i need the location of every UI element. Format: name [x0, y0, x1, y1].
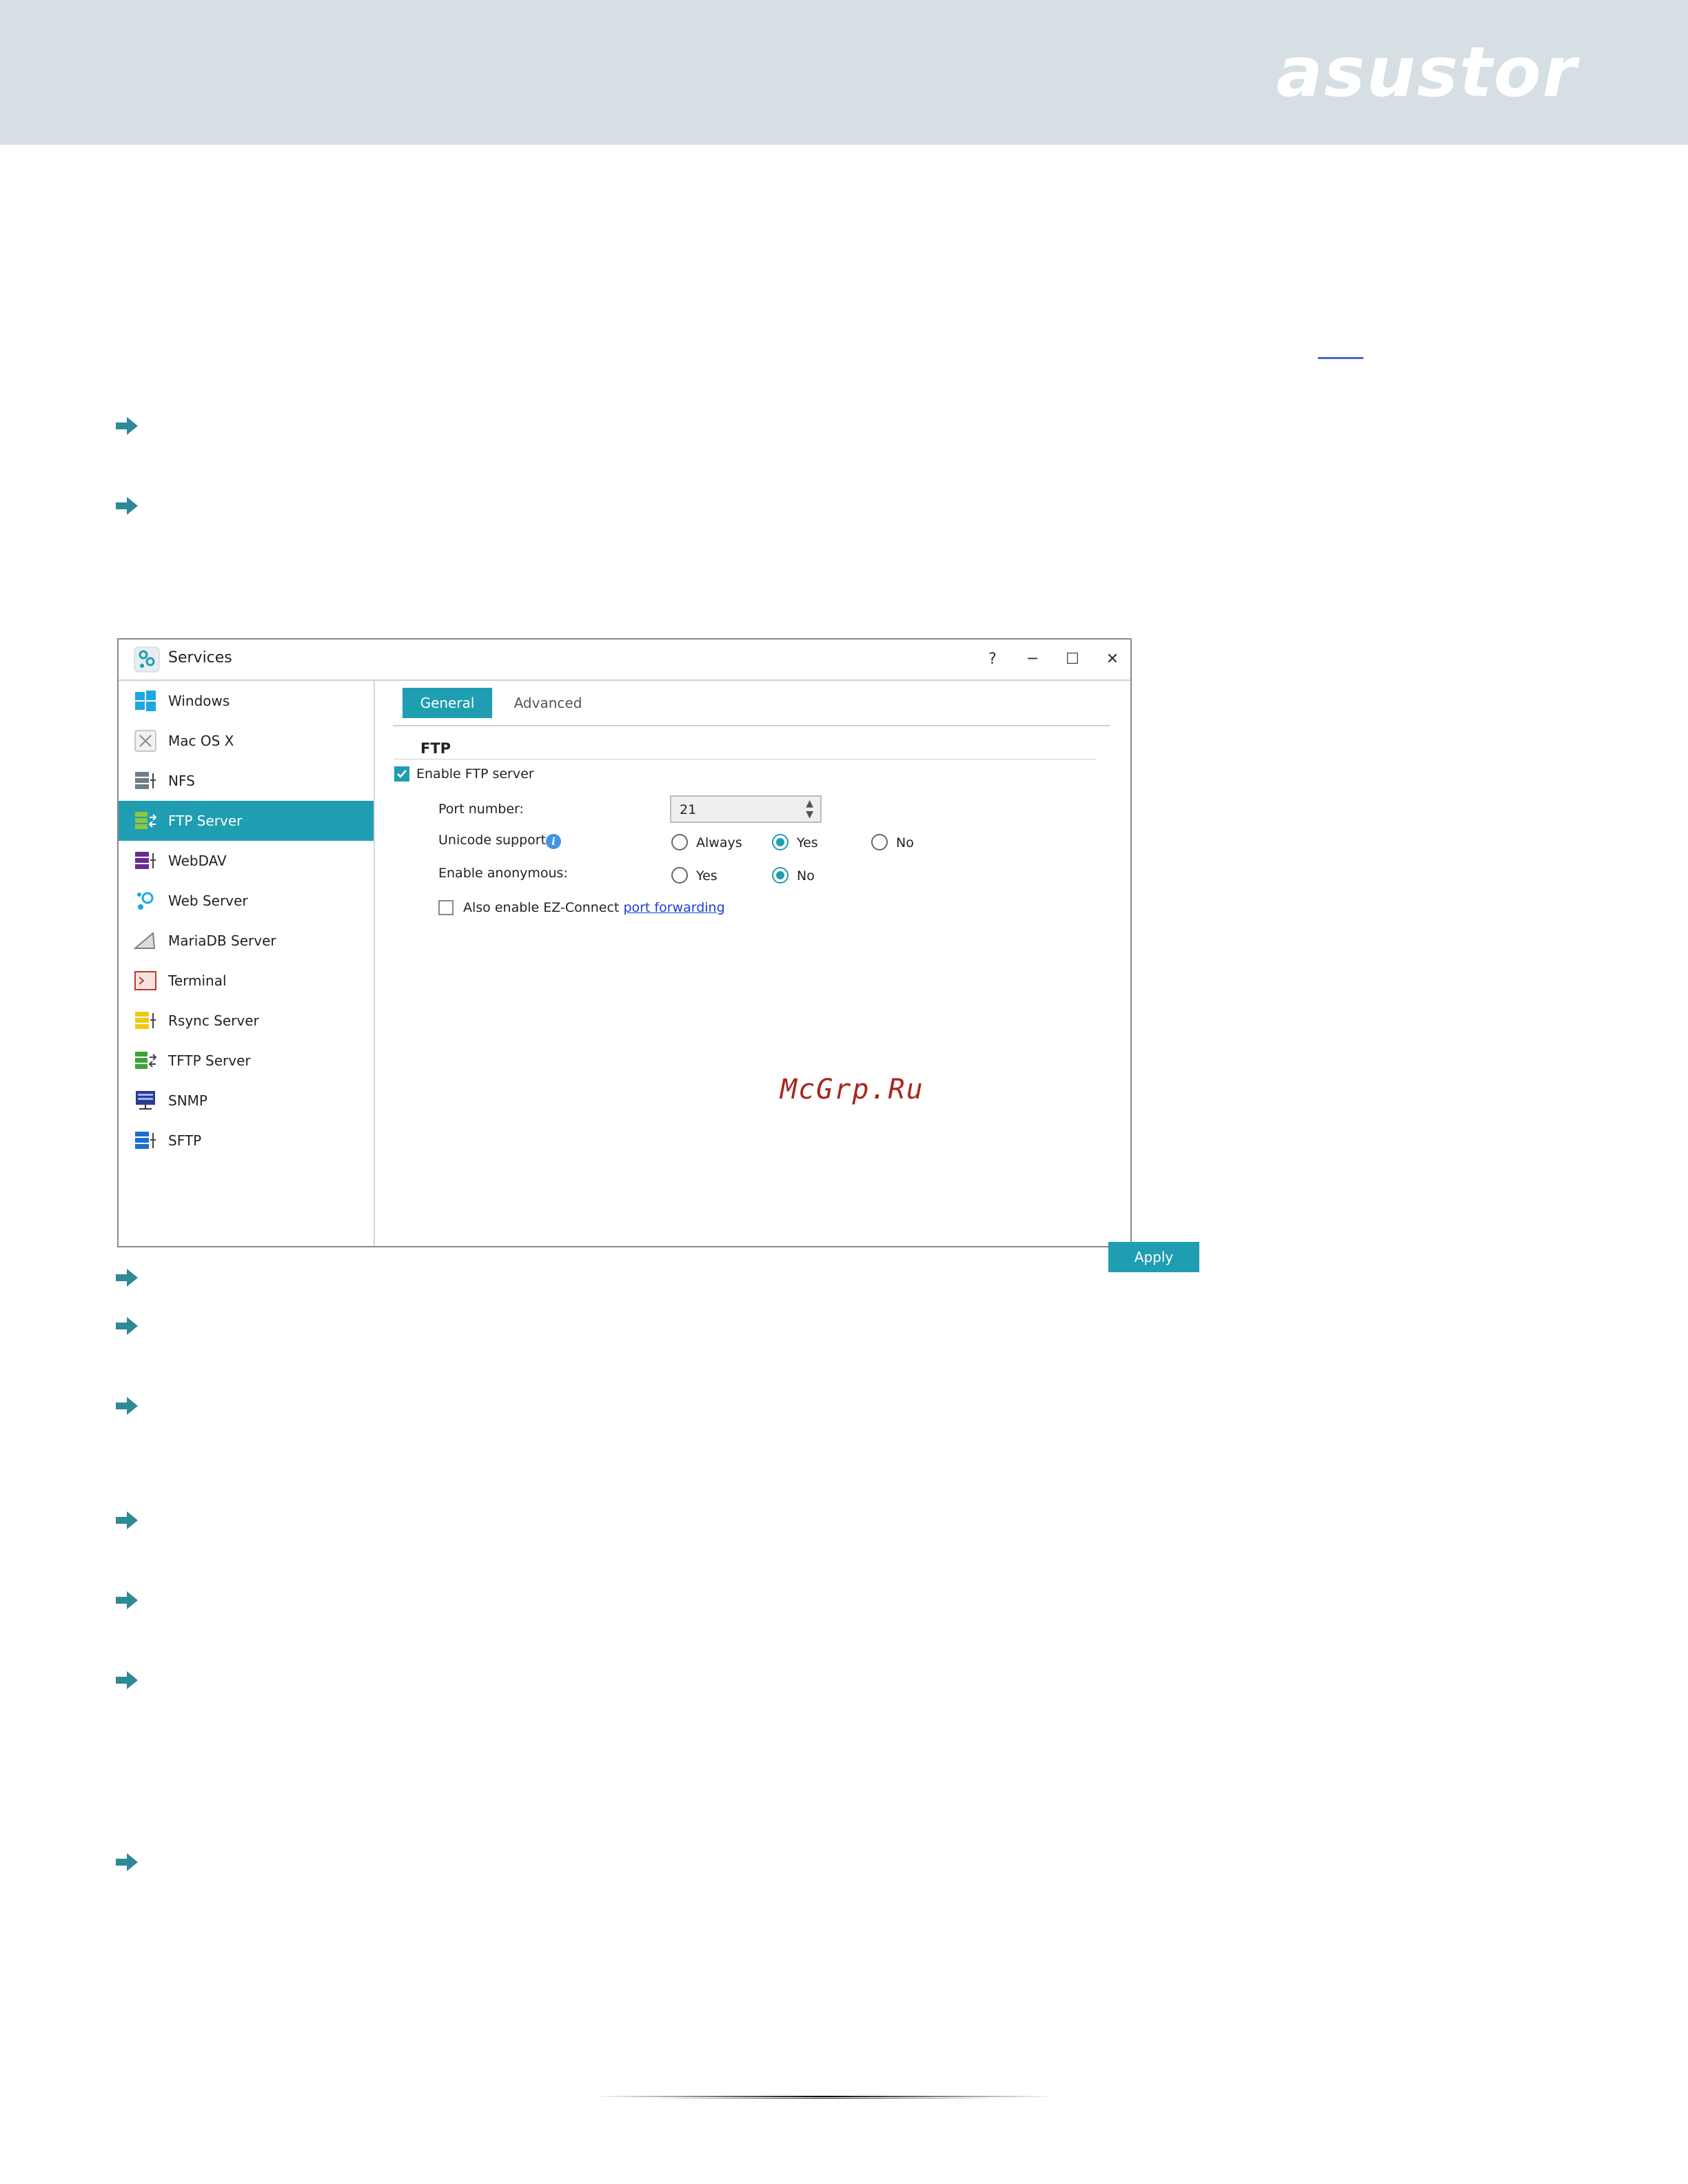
sidebar-item-ftp-server[interactable]: FTP Server	[119, 801, 374, 841]
anonymous-yes-label: Yes	[696, 868, 718, 884]
enable-ftp-checkbox[interactable]	[394, 766, 409, 782]
enable-anonymous-label: Enable anonymous:	[438, 866, 568, 881]
window-title: Services	[168, 649, 232, 666]
web-server-icon	[137, 892, 154, 910]
terminal-icon	[134, 971, 156, 990]
unicode-yes-radio[interactable]	[772, 834, 789, 850]
sidebar-item-label: Windows	[168, 693, 230, 709]
close-button[interactable]: ✕	[1099, 645, 1126, 673]
page-link-underline[interactable]	[1318, 357, 1363, 359]
sidebar-item-label: TFTP Server	[168, 1052, 251, 1069]
tab-advanced[interactable]: Advanced	[503, 688, 593, 718]
bullet-arrow-icon	[116, 1511, 138, 1529]
unicode-no-label: No	[896, 835, 914, 850]
ez-connect-label: Also enable EZ-Connect port forwarding	[463, 900, 725, 915]
port-number-value: 21	[680, 802, 697, 817]
sidebar-item-mariadb-server[interactable]: MariaDB Server	[119, 921, 374, 961]
bullet-arrow-icon	[116, 1591, 138, 1609]
unicode-support-label: Unicode support	[438, 833, 547, 848]
help-button[interactable]: ?	[979, 645, 1006, 673]
footer-divider	[593, 2096, 1055, 2099]
nfs-icon	[135, 772, 156, 789]
sidebar-item-snmp[interactable]: SNMP	[119, 1081, 374, 1121]
port-number-label: Port number:	[438, 802, 524, 817]
info-icon[interactable]: i	[546, 834, 561, 849]
sidebar-item-label: Terminal	[168, 972, 227, 989]
sidebar-item-label: NFS	[168, 773, 195, 789]
bullet-arrow-icon	[116, 1397, 138, 1415]
sidebar-item-label: WebDAV	[168, 853, 227, 869]
rsync-icon	[135, 1012, 156, 1029]
watermark: McGrp.Ru	[780, 1074, 924, 1105]
sidebar-item-label: SNMP	[168, 1092, 207, 1109]
asustor-logo: asustor	[1276, 32, 1578, 112]
tabs-divider	[393, 725, 1110, 726]
bullet-arrow-icon	[116, 1269, 138, 1287]
sidebar-item-windows[interactable]: Windows	[119, 681, 374, 721]
sidebar-item-web-server[interactable]: Web Server	[119, 881, 374, 921]
unicode-always-label: Always	[696, 835, 742, 850]
sidebar-item-label: Web Server	[168, 892, 248, 909]
port-forwarding-link[interactable]: port forwarding	[623, 900, 724, 915]
sidebar-item-label: SFTP	[168, 1132, 202, 1149]
port-number-stepper[interactable]: 21 ▲ ▼	[670, 795, 822, 823]
tftp-icon	[135, 1052, 157, 1069]
mariadb-icon	[134, 931, 156, 949]
anonymous-no-label: No	[797, 868, 815, 884]
services-sidebar: Windows Mac OS X NFS FTP Server WebDAV W…	[119, 681, 375, 1246]
bullet-arrow-icon	[116, 497, 138, 515]
sidebar-item-rsync-server[interactable]: Rsync Server	[119, 1001, 374, 1041]
sidebar-item-sftp[interactable]: SFTP	[119, 1121, 374, 1161]
ez-connect-checkbox[interactable]	[438, 900, 454, 915]
sidebar-item-label: FTP Server	[168, 813, 243, 829]
sidebar-item-tftp-server[interactable]: TFTP Server	[119, 1041, 374, 1081]
sidebar-item-mac-os-x[interactable]: Mac OS X	[119, 721, 374, 761]
sidebar-item-label: Mac OS X	[168, 733, 234, 749]
minimize-button[interactable]: ─	[1019, 645, 1046, 673]
apply-button[interactable]: Apply	[1108, 1242, 1199, 1272]
stepper-arrows-icon[interactable]: ▲ ▼	[806, 798, 813, 820]
unicode-yes-label: Yes	[797, 835, 818, 850]
enable-ftp-label: Enable FTP server	[416, 766, 534, 782]
sidebar-item-webdav[interactable]: WebDAV	[119, 841, 374, 881]
services-window: Services ? ─ ☐ ✕ Windows Mac OS X NFS FT…	[117, 638, 1199, 1272]
ez-connect-text: Also enable EZ-Connect	[463, 900, 620, 915]
sidebar-item-label: MariaDB Server	[168, 932, 276, 949]
webdav-icon	[135, 852, 156, 869]
ftp-section-title: FTP	[420, 740, 451, 757]
unicode-always-radio[interactable]	[671, 834, 688, 850]
ftp-server-icon	[135, 812, 157, 829]
bullet-arrow-icon	[116, 417, 138, 435]
bullet-arrow-icon	[116, 1671, 138, 1689]
bullet-arrow-icon	[116, 1317, 138, 1335]
anonymous-no-radio[interactable]	[772, 867, 789, 884]
bullet-arrow-icon	[116, 1853, 138, 1871]
maximize-button[interactable]: ☐	[1059, 645, 1086, 673]
sidebar-item-label: Rsync Server	[168, 1012, 259, 1029]
sftp-icon	[135, 1132, 156, 1149]
sidebar-item-terminal[interactable]: Terminal	[119, 961, 374, 1001]
windows-icon	[135, 691, 156, 711]
check-icon	[397, 770, 407, 778]
window-titlebar: Services ? ─ ☐ ✕	[119, 640, 1130, 681]
anonymous-yes-radio[interactable]	[671, 867, 688, 884]
unicode-no-radio[interactable]	[871, 834, 888, 850]
services-app-icon	[134, 646, 160, 673]
tab-general[interactable]: General	[403, 688, 492, 718]
sidebar-item-nfs[interactable]: NFS	[119, 761, 374, 801]
mac-os-x-icon	[134, 730, 156, 752]
snmp-icon	[136, 1091, 155, 1110]
services-content: General Advanced FTP Enable FTP server P…	[375, 681, 1199, 1272]
